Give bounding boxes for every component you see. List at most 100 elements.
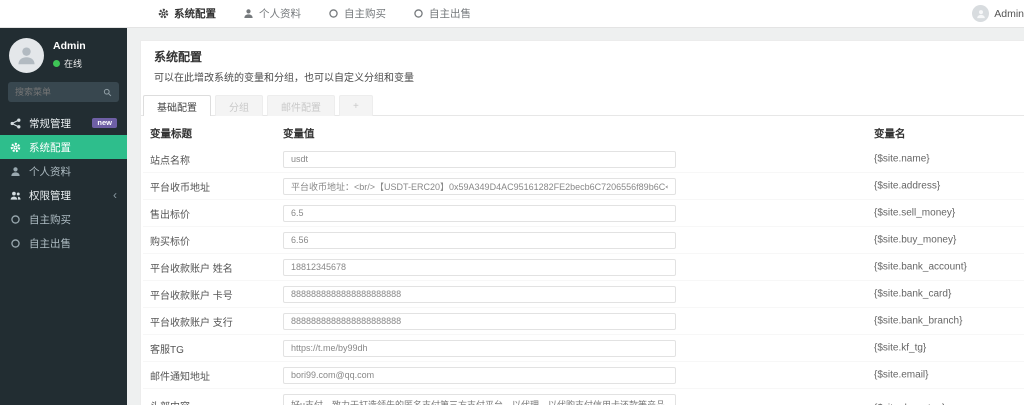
column-header-value: 变量值 bbox=[283, 128, 315, 140]
top-nav-item[interactable]: 自主购买 bbox=[328, 6, 386, 21]
sidebar-menu-item-label: 权限管理 bbox=[29, 189, 71, 202]
form-row: 平台收款账户 支行 {$site.bank_branch} bbox=[143, 308, 1024, 335]
config-value-textarea[interactable] bbox=[283, 394, 676, 405]
field-wrap bbox=[283, 366, 676, 384]
search-input[interactable] bbox=[15, 87, 99, 97]
config-value-input[interactable] bbox=[283, 285, 676, 303]
sidebar-menu-item-label: 个人资料 bbox=[29, 165, 71, 178]
config-value-input[interactable] bbox=[283, 150, 676, 168]
form-row: 平台收币地址 {$site.address} bbox=[143, 173, 1024, 200]
sidebar-menu-item[interactable]: 系统配置 bbox=[0, 135, 127, 159]
sidebar-menu-item[interactable]: 常规管理 new bbox=[0, 111, 127, 135]
circle-icon bbox=[10, 214, 21, 225]
config-value-input[interactable] bbox=[283, 339, 676, 357]
main-content: 系统配置 可以在此增改系统的变量和分组，也可以自定义分组和变量 基础配置 分组 … bbox=[127, 28, 1024, 405]
form-row: 平台收款账户 卡号 {$site.bank_card} bbox=[143, 281, 1024, 308]
field-label: 平台收款账户 姓名 bbox=[150, 263, 233, 275]
top-navbar: 系统配置 个人资料 自主购买 自主出售 Admin bbox=[0, 0, 1024, 28]
field-wrap bbox=[283, 285, 676, 303]
form-row: 邮件通知地址 {$site.email} bbox=[143, 362, 1024, 389]
config-form: 变量标题 变量值 变量名 站点名称 {$site.name} 平台收币地址 bbox=[141, 116, 1024, 405]
top-nav-item[interactable]: 系统配置 bbox=[158, 6, 216, 21]
config-value-input[interactable] bbox=[283, 177, 676, 195]
circle-icon bbox=[10, 238, 21, 249]
top-action-icon[interactable] bbox=[940, 8, 951, 19]
gear-icon bbox=[158, 8, 169, 19]
sidebar-menu-item[interactable]: 个人资料 bbox=[0, 159, 127, 183]
config-value-input[interactable] bbox=[283, 204, 676, 222]
variable-name: {$site.bank_account} bbox=[874, 261, 967, 273]
variable-name: {$site.address} bbox=[874, 180, 941, 192]
config-tab-label: 分组 bbox=[229, 102, 249, 114]
top-nav-item-label: 个人资料 bbox=[259, 8, 301, 20]
person-icon bbox=[976, 9, 985, 18]
form-row: 站点名称 {$site.name} bbox=[143, 146, 1024, 173]
variable-name: {$site.sell_money} bbox=[874, 207, 956, 219]
field-label: 站点名称 bbox=[150, 155, 190, 167]
sidebar-menu-item-label: 系统配置 bbox=[29, 141, 71, 154]
top-action-icon[interactable] bbox=[884, 8, 895, 19]
form-row: 头部内容 {$site.desc_top} bbox=[143, 389, 1024, 405]
config-value-input[interactable] bbox=[283, 366, 676, 384]
avatar bbox=[972, 5, 990, 22]
top-nav-item[interactable]: 个人资料 bbox=[243, 6, 301, 21]
page-title: 系统配置 bbox=[154, 50, 203, 64]
config-tabs: 基础配置 分组 邮件配置 + bbox=[141, 90, 1024, 116]
config-tab[interactable]: 邮件配置 bbox=[267, 95, 335, 116]
field-wrap bbox=[283, 339, 676, 357]
config-value-input[interactable] bbox=[283, 231, 676, 249]
chevron-left-icon: ‹ bbox=[113, 188, 117, 202]
form-row: 售出标价 {$site.sell_money} bbox=[143, 200, 1024, 227]
variable-name: {$site.email} bbox=[874, 369, 929, 381]
sidebar-menu-item-label: 常规管理 bbox=[29, 117, 71, 130]
variable-name: {$site.buy_money} bbox=[874, 234, 957, 246]
top-action-icon[interactable] bbox=[856, 8, 867, 19]
sidebar-menu-item-label: 自主出售 bbox=[29, 237, 71, 250]
field-wrap bbox=[283, 231, 676, 249]
avatar bbox=[9, 38, 44, 73]
form-rows: 站点名称 {$site.name} 平台收币地址 {$site.address} bbox=[143, 146, 1024, 405]
form-row: 购买标价 {$site.buy_money} bbox=[143, 227, 1024, 254]
field-label: 售出标价 bbox=[150, 209, 190, 221]
circle-icon bbox=[413, 8, 424, 19]
field-label: 邮件通知地址 bbox=[150, 371, 210, 383]
sidebar: Admin 在线 常规管理 new 系统配置 个人资料 bbox=[0, 28, 127, 405]
config-tab[interactable]: + bbox=[339, 95, 373, 116]
field-wrap bbox=[283, 258, 676, 276]
top-nav-item[interactable]: 自主出售 bbox=[413, 6, 471, 21]
variable-name: {$site.name} bbox=[874, 153, 930, 165]
top-nav-item-label: 自主出售 bbox=[429, 8, 471, 20]
sidebar-menu-item[interactable]: 权限管理 ‹ bbox=[0, 183, 127, 207]
online-dot bbox=[53, 60, 60, 67]
field-wrap bbox=[283, 204, 676, 222]
config-value-input[interactable] bbox=[283, 312, 676, 330]
form-header-row: 变量标题 变量值 变量名 bbox=[143, 121, 1024, 146]
topbar-actions: Admin bbox=[846, 5, 1024, 22]
field-label: 头部内容 bbox=[150, 398, 283, 405]
person-icon bbox=[243, 8, 254, 19]
topbar-username: Admin bbox=[994, 7, 1024, 20]
field-label: 购买标价 bbox=[150, 236, 190, 248]
field-label: 平台收币地址 bbox=[150, 182, 210, 194]
online-status: 在线 bbox=[53, 57, 86, 70]
config-tab-label: + bbox=[353, 100, 359, 112]
search-icon[interactable] bbox=[103, 88, 112, 97]
top-nav-item-label: 自主购买 bbox=[344, 8, 386, 20]
config-tab-label: 邮件配置 bbox=[281, 102, 321, 114]
field-label: 客服TG bbox=[150, 344, 184, 356]
sidebar-menu-item[interactable]: 自主出售 bbox=[0, 231, 127, 255]
config-value-input[interactable] bbox=[283, 258, 676, 276]
config-panel: 系统配置 可以在此增改系统的变量和分组，也可以自定义分组和变量 基础配置 分组 … bbox=[140, 40, 1024, 405]
user-menu[interactable]: Admin bbox=[972, 5, 1024, 22]
top-action-icon[interactable] bbox=[912, 8, 923, 19]
panel-header: 系统配置 可以在此增改系统的变量和分组，也可以自定义分组和变量 bbox=[141, 41, 1024, 90]
sidebar-menu: 常规管理 new 系统配置 个人资料 权限管理 ‹ 自主购买 自主出售 bbox=[0, 111, 127, 255]
sidebar-menu-item[interactable]: 自主购买 bbox=[0, 207, 127, 231]
icon-group bbox=[856, 8, 951, 19]
field-label: 平台收款账户 卡号 bbox=[150, 290, 233, 302]
person-icon bbox=[10, 166, 21, 177]
field-wrap bbox=[283, 177, 676, 195]
config-tab[interactable]: 基础配置 bbox=[143, 95, 211, 116]
config-tab[interactable]: 分组 bbox=[215, 95, 263, 116]
form-row: 平台收款账户 姓名 {$site.bank_account} bbox=[143, 254, 1024, 281]
